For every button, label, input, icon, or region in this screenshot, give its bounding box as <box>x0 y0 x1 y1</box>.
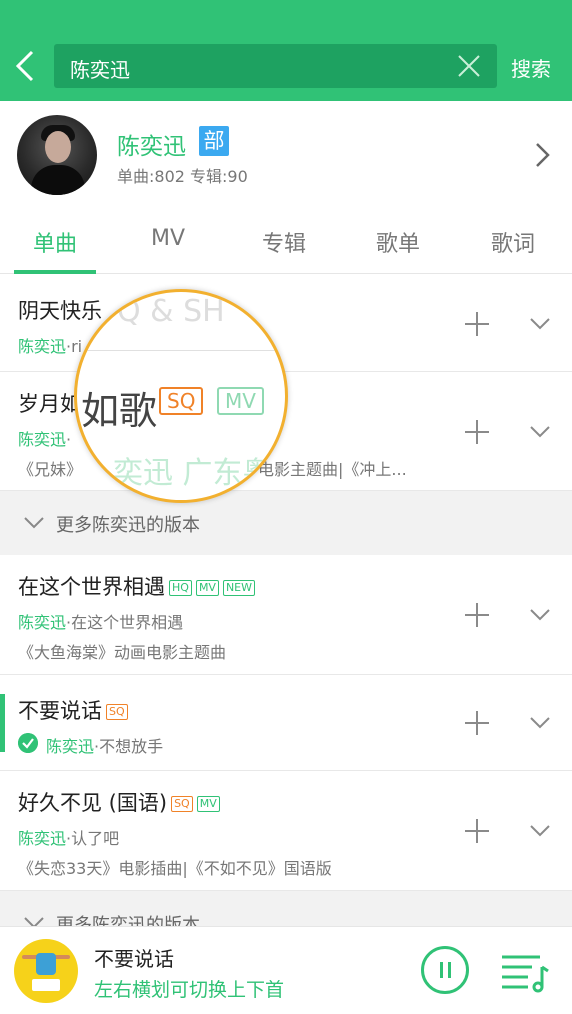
song-album: · <box>66 430 72 449</box>
more-versions-row[interactable]: 更多陈奕迅的版本 <box>0 491 572 555</box>
add-icon[interactable] <box>465 819 489 843</box>
new-tag: NEW <box>222 580 256 596</box>
tab-mv[interactable]: MV <box>151 226 185 251</box>
magnifier-top-text: Q & SH <box>117 294 225 329</box>
search-query[interactable]: 陈奕迅 <box>70 54 130 83</box>
magnifier-big-text: 如歌 <box>81 389 158 433</box>
song-album: ·在这个世界相遇 <box>66 613 184 632</box>
song-singer: 陈奕迅 <box>18 430 67 449</box>
song-title: 在这个世界相遇 HQ MV NEW <box>18 571 256 601</box>
add-icon[interactable] <box>465 711 489 735</box>
artist-avatar <box>17 115 97 195</box>
playlist-icon[interactable] <box>500 947 550 993</box>
sq-tag: SQ <box>171 796 193 812</box>
song-album: ·不想放手 <box>94 737 164 756</box>
chevron-down-icon[interactable] <box>528 316 552 332</box>
song-album: ·ri <box>66 337 83 356</box>
magnifier-lens: Q & SH 如歌 SQ MV 奕迅 广东粤 <box>74 289 288 503</box>
song-title: 阴天快乐 <box>18 299 102 323</box>
artist-card[interactable]: 陈奕迅 部 单曲:802 专辑:90 <box>0 101 572 208</box>
player-title: 不要说话 <box>94 947 174 971</box>
song-singer: 陈奕迅 <box>46 737 95 756</box>
back-arrow-icon[interactable] <box>12 48 42 84</box>
song-extra: 《大鱼海棠》动画电影主题曲 <box>18 643 227 662</box>
tab-singles[interactable]: 单曲 <box>33 226 77 258</box>
mv-tag: MV <box>196 796 220 812</box>
song-subtitle: 陈奕迅· <box>18 426 71 450</box>
tab-underline <box>14 270 96 274</box>
magnifier-sq-tag: SQ <box>159 387 204 415</box>
chevron-down-icon[interactable] <box>528 715 552 731</box>
song-subtitle: 陈奕迅·ri <box>18 333 82 357</box>
album-cover[interactable] <box>14 939 78 1003</box>
artist-badge: 部 <box>199 126 229 156</box>
song-subtitle: 陈奕迅·在这个世界相遇 <box>18 609 183 633</box>
song-singer: 陈奕迅 <box>18 613 67 632</box>
search-button[interactable]: 搜索 <box>511 53 551 82</box>
song-extra-right: 电影主题曲|《冲上... <box>258 460 407 479</box>
chevron-right-icon[interactable] <box>534 141 552 169</box>
hq-tag: HQ <box>169 580 192 596</box>
song-subtitle: 陈奕迅·不想放手 <box>46 733 163 757</box>
mini-player[interactable]: 不要说话 左右横划可切换上下首 <box>0 926 572 1014</box>
song-title: 岁月如 <box>18 392 81 416</box>
artist-name: 陈奕迅 <box>117 134 186 160</box>
check-icon <box>18 733 38 753</box>
mv-tag: MV <box>195 580 219 596</box>
song-title: 好久不见 (国语) SQ MV <box>18 787 220 817</box>
song-title: 不要说话 SQ <box>18 695 128 725</box>
song-singer: 陈奕迅 <box>18 829 67 848</box>
song-singer: 陈奕迅 <box>18 337 67 356</box>
pause-button[interactable] <box>421 946 469 994</box>
now-playing-indicator <box>0 694 5 752</box>
tab-lyrics[interactable]: 歌词 <box>491 226 535 258</box>
song-album: ·认了吧 <box>66 829 120 848</box>
tab-playlists[interactable]: 歌单 <box>376 226 420 258</box>
song-subtitle: 陈奕迅·认了吧 <box>18 825 119 849</box>
chevron-down-icon[interactable] <box>528 607 552 623</box>
clear-icon[interactable] <box>457 54 481 78</box>
add-icon[interactable] <box>465 420 489 444</box>
search-input[interactable]: 陈奕迅 <box>54 44 497 88</box>
song-extra: 《失恋33天》电影插曲|《不如不见》国语版 <box>18 859 332 878</box>
add-icon[interactable] <box>465 312 489 336</box>
song-row[interactable]: 好久不见 (国语) SQ MV 陈奕迅·认了吧 《失恋33天》电影插曲|《不如不见》… <box>0 771 572 891</box>
song-row[interactable]: 在这个世界相遇 HQ MV NEW 陈奕迅·在这个世界相遇 《大鱼海棠》动画电影主题曲 <box>0 555 572 675</box>
player-hint: 左右横划可切换上下首 <box>94 979 285 1001</box>
top-bar: 陈奕迅 搜索 <box>0 0 572 101</box>
chevron-down-icon <box>24 517 44 529</box>
song-row-playing[interactable]: 不要说话 SQ 陈奕迅·不想放手 <box>0 675 572 771</box>
song-extra-left: 《兄妹》 <box>18 460 83 479</box>
magnifier-sub-text: 奕迅 广东粤 <box>113 456 273 491</box>
artist-stats: 单曲:802 专辑:90 <box>117 167 248 186</box>
more-versions-label: 更多陈奕迅的版本 <box>56 515 200 536</box>
chevron-down-icon[interactable] <box>528 823 552 839</box>
chevron-down-icon[interactable] <box>528 424 552 440</box>
tab-albums[interactable]: 专辑 <box>262 226 306 258</box>
result-tabs: 单曲 MV 专辑 歌单 歌词 <box>0 208 572 274</box>
sq-tag: SQ <box>106 704 128 720</box>
add-icon[interactable] <box>465 603 489 627</box>
magnifier-mv-tag: MV <box>217 387 264 415</box>
